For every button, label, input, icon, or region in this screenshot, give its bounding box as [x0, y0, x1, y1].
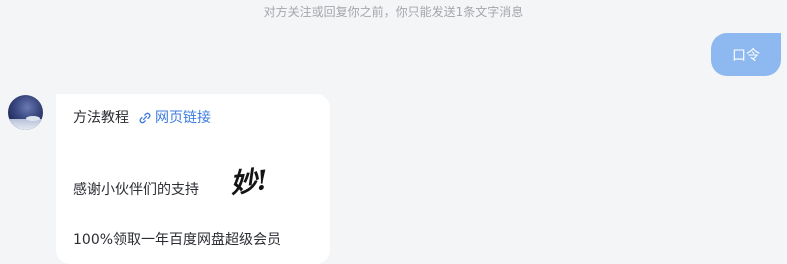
thanks-text: 感谢小伙伴们的支持: [73, 182, 199, 198]
incoming-message-card[interactable]: 方法教程 网页链接 感谢小伙伴们的支持 妙! 100%领取一年百度网盘超级会员: [56, 94, 330, 264]
miao-sticker: 妙!: [228, 165, 269, 200]
avatar-landscape: [8, 116, 43, 130]
web-link[interactable]: 网页链接: [155, 107, 211, 127]
card-title: 方法教程: [73, 110, 129, 126]
card-title-row: 方法教程 网页链接: [73, 107, 211, 127]
system-notice: 对方关注或回复你之前，你只能发送1条文字消息: [263, 5, 524, 19]
link-icon[interactable]: [138, 110, 152, 124]
avatar[interactable]: [8, 95, 43, 130]
outgoing-message-bubble[interactable]: 口令: [711, 33, 781, 76]
offer-text: 100%领取一年百度网盘超级会员: [73, 232, 282, 248]
